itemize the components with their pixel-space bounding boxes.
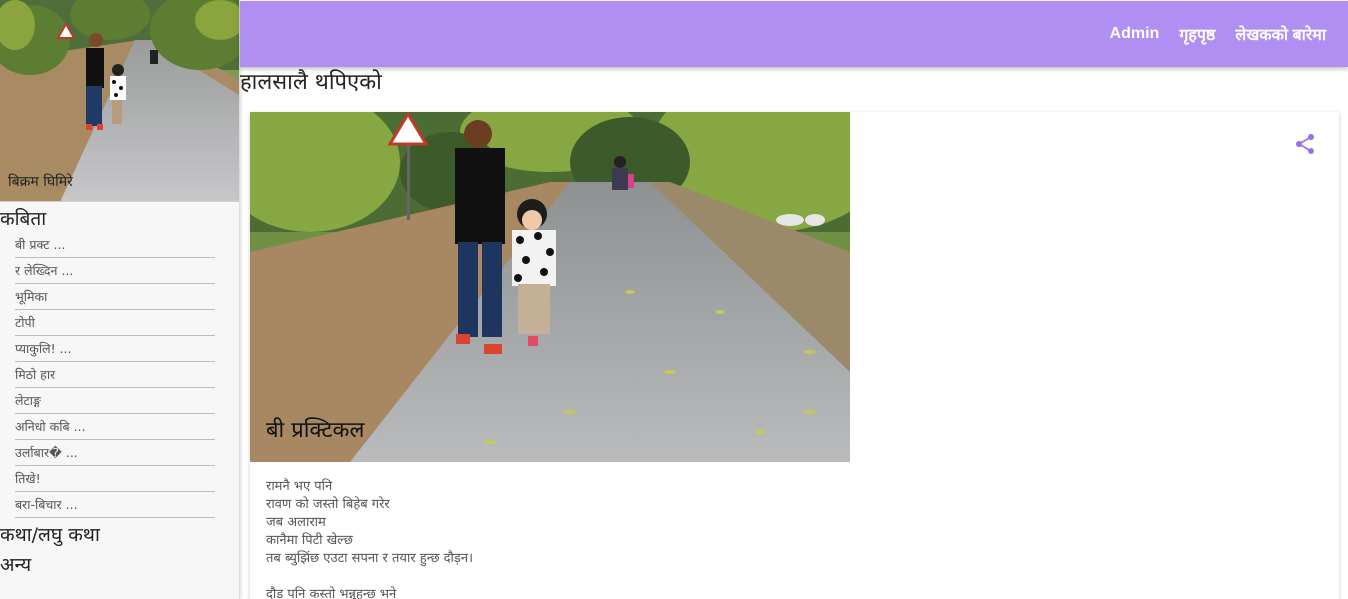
list-item[interactable]: प्याकुलि! ... xyxy=(15,336,215,362)
top-nav: Admin गृहपृष्ठ लेखकको बारेमा xyxy=(1110,1,1326,67)
list-item[interactable]: बरा-बिचार ... xyxy=(15,492,215,518)
nav-admin-link[interactable]: Admin xyxy=(1110,25,1160,43)
post-line: रावण को जस्तो बिहेब गरेर xyxy=(266,497,390,512)
list-item[interactable]: लेटाङ्ग xyxy=(15,388,215,414)
nav-about-author-link[interactable]: लेखकको बारेमा xyxy=(1235,23,1326,45)
post-title[interactable]: बी प्रक्टिकल xyxy=(266,414,364,444)
list-item[interactable]: टोपी xyxy=(15,310,215,336)
post-card: बी प्रक्टिकल रामनै भए पनि रावण को जस्तो … xyxy=(250,112,1339,599)
section-title-katha[interactable]: कथा/लघु कथा xyxy=(0,522,239,548)
nav-home-link[interactable]: गृहपृष्ठ xyxy=(1179,23,1215,45)
post-line: रामनै भए पनि xyxy=(266,479,333,494)
post-line: तब ब्युझिंछ एउटा सपना र तयार हुन्छ दौड़न… xyxy=(266,551,474,566)
list-item[interactable]: बी प्रक्ट ... xyxy=(15,232,215,258)
share-icon[interactable] xyxy=(1293,132,1317,156)
list-item[interactable]: अनिधो कबि ... xyxy=(15,414,215,440)
kabita-list: बी प्रक्ट ... र लेख्दिन ... भूमिका टोपी … xyxy=(15,232,215,518)
author-profile[interactable]: बिक्रम घिमिरे xyxy=(0,0,239,202)
sidebar: बिक्रम घिमिरे कबिता बी प्रक्ट ... र लेख्… xyxy=(0,0,240,599)
post-line: जब अलाराम xyxy=(266,515,326,530)
list-item[interactable]: मिठो हार xyxy=(15,362,215,388)
section-title-kabita[interactable]: कबिता xyxy=(0,206,239,232)
post-image[interactable]: बी प्रक्टिकल xyxy=(250,112,850,462)
post-line: दौड पनि कस्तो भन्नुहुन्छ भने xyxy=(266,587,397,599)
section-title-anya[interactable]: अन्य xyxy=(0,552,239,578)
post-excerpt: रामनै भए पनि रावण को जस्तो बिहेब गरेर जब… xyxy=(266,478,473,599)
post-line-spacer xyxy=(266,568,473,586)
post-line: कानैमा पिटी खेल्छ xyxy=(266,533,353,548)
list-item[interactable]: र लेख्दिन ... xyxy=(15,258,215,284)
post-photo xyxy=(250,112,850,462)
list-item[interactable]: उर्लाबार� ... xyxy=(15,440,215,466)
author-name: बिक्रम घिमिरे xyxy=(8,174,73,190)
top-app-bar: Admin गृहपृष्ठ लेखकको बारेमा xyxy=(240,1,1348,67)
list-item[interactable]: तिखे! xyxy=(15,466,215,492)
list-item[interactable]: भूमिका xyxy=(15,284,215,310)
page-title: हालसालै थपिएको xyxy=(240,70,382,95)
